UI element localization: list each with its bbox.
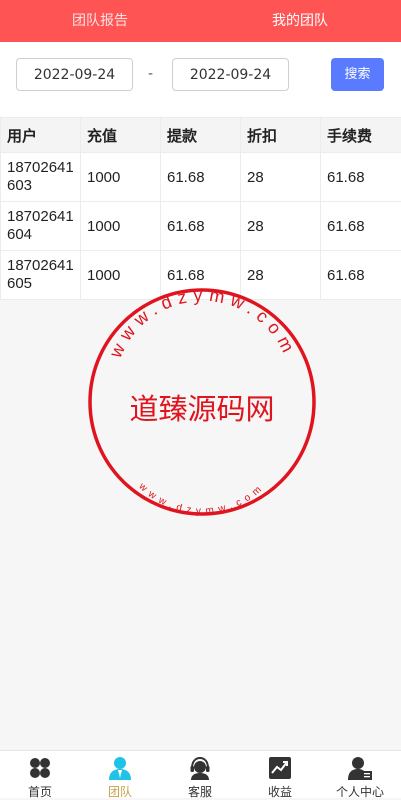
tab-my-team[interactable]: 我的团队 — [272, 0, 328, 42]
earnings-chart-icon — [268, 756, 292, 780]
search-button[interactable]: 搜索 — [331, 58, 384, 91]
cell-user: 18702641603 — [1, 153, 81, 202]
date-filter: - 搜索 — [0, 42, 401, 117]
date-separator: - — [148, 58, 153, 91]
nav-home-label: 首页 — [0, 783, 80, 800]
nav-service[interactable]: 客服 — [160, 751, 240, 798]
column-header-fee: 手续费 — [321, 118, 401, 153]
cell-fee: 61.68 — [321, 251, 401, 300]
table-row: 18702641603 1000 61.68 28 61.68 — [1, 153, 401, 202]
nav-profile-label: 个人中心 — [320, 783, 400, 800]
column-header-recharge: 充值 — [81, 118, 161, 153]
cell-recharge: 1000 — [81, 202, 161, 251]
nav-team[interactable]: 团队 — [80, 751, 160, 798]
start-date-input[interactable] — [16, 58, 133, 91]
customer-service-icon — [188, 756, 212, 780]
stamp-outer-text: www.dzymw.com — [105, 287, 301, 362]
home-grid-icon — [28, 756, 52, 780]
header-bar: 团队报告 我的团队 — [0, 0, 401, 42]
cell-recharge: 1000 — [81, 153, 161, 202]
cell-discount: 28 — [241, 153, 321, 202]
team-icon — [108, 756, 132, 780]
watermark-stamp: www.dzymw.com 道臻源码网 www.dzymw.com — [87, 287, 317, 517]
cell-fee: 61.68 — [321, 202, 401, 251]
cell-withdraw: 61.68 — [161, 153, 241, 202]
tab-team-report[interactable]: 团队报告 — [72, 0, 128, 42]
nav-home[interactable]: 首页 — [0, 751, 80, 798]
cell-withdraw: 61.68 — [161, 202, 241, 251]
cell-user: 18702641605 — [1, 251, 81, 300]
stamp-inner-text: www.dzymw.com — [136, 480, 268, 516]
column-header-withdraw: 提款 — [161, 118, 241, 153]
table-row: 18702641604 1000 61.68 28 61.68 — [1, 202, 401, 251]
nav-earnings-label: 收益 — [240, 783, 320, 800]
column-header-discount: 折扣 — [241, 118, 321, 153]
stamp-center-text: 道臻源码网 — [129, 392, 274, 426]
nav-profile[interactable]: 个人中心 — [320, 751, 400, 798]
end-date-input[interactable] — [172, 58, 289, 91]
nav-earnings[interactable]: 收益 — [240, 751, 320, 798]
nav-service-label: 客服 — [160, 783, 240, 800]
cell-user: 18702641604 — [1, 202, 81, 251]
column-header-user: 用户 — [1, 118, 81, 153]
cell-fee: 61.68 — [321, 153, 401, 202]
bottom-nav: 首页 团队 客服 收益 — [0, 750, 401, 798]
table-header-row: 用户 充值 提款 折扣 手续费 — [1, 118, 401, 153]
nav-team-label: 团队 — [80, 783, 160, 800]
cell-discount: 28 — [241, 202, 321, 251]
team-table: 用户 充值 提款 折扣 手续费 18702641603 1000 61.68 2… — [0, 117, 401, 300]
profile-icon — [348, 756, 372, 780]
